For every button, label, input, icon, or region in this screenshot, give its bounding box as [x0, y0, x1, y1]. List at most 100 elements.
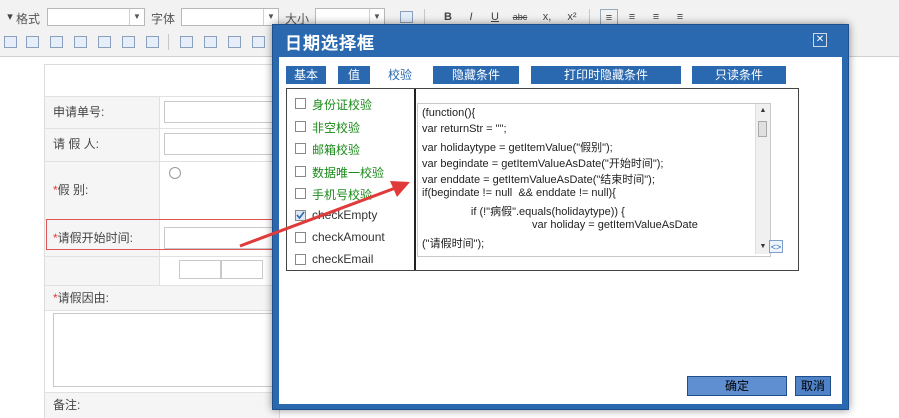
- form-label-text: 备注:: [53, 398, 81, 412]
- form-label-text: 假 别:: [57, 183, 89, 197]
- format-label: 格式: [16, 12, 41, 26]
- image-icon[interactable]: [74, 36, 87, 48]
- form-row: [45, 256, 279, 286]
- tab-hide-condition[interactable]: 隐藏条件: [433, 66, 519, 84]
- cancel-button[interactable]: 取消: [795, 376, 831, 396]
- scroll-down-icon[interactable]: ▼: [758, 242, 768, 252]
- user-icon[interactable]: [98, 36, 111, 48]
- check-label: checkAmount: [312, 230, 385, 244]
- checkmark-icon: [296, 211, 305, 220]
- time-field-minute[interactable]: [221, 260, 263, 279]
- form-label: *请假因由:: [45, 286, 279, 311]
- code-line: if(begindate != null && enddate != null)…: [422, 187, 616, 199]
- leave-reason-textarea[interactable]: [53, 313, 277, 387]
- code-line: var holiday = getItemValueAsDate: [422, 219, 698, 231]
- expand-editor-icon[interactable]: <>: [769, 240, 783, 253]
- chevron-down-icon: ▼: [369, 9, 384, 25]
- table-icon[interactable]: [4, 36, 17, 48]
- tab-value[interactable]: 值: [338, 66, 370, 84]
- font-select[interactable]: ▼: [181, 8, 279, 26]
- form-row: 备注:: [45, 392, 279, 418]
- date-picker-dialog: 日期选择框 ✕ 基本 值 校验 隐藏条件 打印时隐藏条件 只读条件 身份证校验 …: [272, 24, 849, 410]
- check-label: 邮箱校验: [312, 143, 361, 157]
- check-label: checkEmpty: [312, 208, 378, 222]
- code-line: var enddate = getItemValueAsDate("结束时间")…: [422, 174, 655, 186]
- strikethrough-button[interactable]: abc: [509, 9, 531, 25]
- align-center-icon[interactable]: ≡: [624, 9, 640, 25]
- form-label-text: 申请单号:: [53, 105, 105, 119]
- code-line: var begindate = getItemValueAsDate("开始时间…: [422, 158, 664, 170]
- bold-button[interactable]: B: [440, 9, 456, 25]
- check-label: 数据唯一校验: [312, 166, 385, 180]
- dialog-body: 基本 值 校验 隐藏条件 打印时隐藏条件 只读条件 身份证校验 非空校验 邮箱校…: [279, 57, 842, 404]
- dialog-footer: 确定 取消: [279, 368, 842, 404]
- font-label: 字体: [151, 12, 176, 26]
- align-right-icon[interactable]: ≡: [648, 9, 664, 25]
- tab-validation[interactable]: 校验: [381, 66, 419, 84]
- checkbox[interactable]: [295, 232, 306, 243]
- window-icon[interactable]: [146, 36, 159, 48]
- tab-print-hide-condition[interactable]: 打印时隐藏条件: [531, 66, 681, 84]
- tab-bar: 基本 值 校验 隐藏条件 打印时隐藏条件 只读条件: [286, 66, 836, 86]
- chevron-down-icon: ▼: [263, 9, 278, 25]
- checkbox[interactable]: [295, 121, 306, 132]
- toolbar-separator: [589, 9, 590, 25]
- request-number-field[interactable]: [164, 101, 276, 123]
- form-row: 请 假 人:: [45, 128, 279, 162]
- form-label: 备注:: [45, 393, 279, 418]
- form-label-text: 请 假 人:: [53, 137, 100, 151]
- tab-readonly-condition[interactable]: 只读条件: [692, 66, 786, 84]
- field-icon[interactable]: [252, 36, 265, 48]
- checkbox[interactable]: [295, 143, 306, 154]
- vertical-scrollbar[interactable]: ▲ ▼: [755, 104, 770, 254]
- check-label: 非空校验: [312, 121, 361, 135]
- calendar-icon[interactable]: [26, 36, 39, 48]
- italic-button[interactable]: I: [463, 9, 479, 25]
- check-label: checkEmail: [312, 252, 374, 266]
- check-label: 身份证校验: [312, 98, 373, 112]
- tab-basic[interactable]: 基本: [286, 66, 326, 84]
- checkbox[interactable]: [295, 188, 306, 199]
- leave-type-radio[interactable]: [169, 167, 181, 179]
- code-line: if (!"病假".equals(holidaytype)) {: [422, 206, 625, 218]
- close-icon[interactable]: ✕: [813, 33, 827, 47]
- ok-button[interactable]: 确定: [687, 376, 787, 396]
- checkbox-checked[interactable]: [295, 210, 306, 221]
- form-row: [45, 310, 279, 393]
- superscript-button[interactable]: x²: [564, 9, 580, 25]
- format-select[interactable]: ▼: [47, 8, 145, 26]
- link-icon[interactable]: [50, 36, 63, 48]
- check-label: 手机号校验: [312, 188, 373, 202]
- align-justify-icon[interactable]: ≡: [672, 9, 688, 25]
- checkbox[interactable]: [295, 166, 306, 177]
- form-label: 请 假 人:: [45, 129, 160, 162]
- form-label: *假 别:: [45, 162, 160, 220]
- code-line: var holidaytype = getItemValue("假别");: [422, 142, 613, 154]
- find-icon[interactable]: [400, 11, 413, 23]
- dialog-title: 日期选择框: [285, 34, 375, 53]
- form-label: 申请单号:: [45, 97, 160, 129]
- tree-icon[interactable]: [122, 36, 135, 48]
- copy-icon[interactable]: [204, 36, 217, 48]
- highlight-box: [46, 219, 273, 250]
- script-editor[interactable]: (function(){ var returnStr = ""; var hol…: [417, 103, 771, 257]
- checkbox[interactable]: [295, 254, 306, 265]
- checkbox[interactable]: [295, 98, 306, 109]
- subscript-button[interactable]: x,: [539, 9, 555, 25]
- validation-checklist: 身份证校验 非空校验 邮箱校验 数据唯一校验 手机号校验 checkEmpty …: [287, 89, 416, 270]
- toolbar-separator: [424, 9, 425, 25]
- form-label: [45, 257, 160, 286]
- scrollbar-thumb[interactable]: [758, 121, 767, 137]
- code-line: var returnStr = "";: [422, 123, 507, 135]
- form-row: *请假因由:: [45, 285, 279, 311]
- chevron-down-icon: ▼: [129, 9, 144, 25]
- form-label-text: 请假因由:: [57, 291, 110, 305]
- validation-panel: 身份证校验 非空校验 邮箱校验 数据唯一校验 手机号校验 checkEmpty …: [286, 88, 799, 271]
- scroll-up-icon[interactable]: ▲: [758, 106, 768, 116]
- code-line: ("请假时间");: [422, 238, 485, 250]
- paste-icon[interactable]: [228, 36, 241, 48]
- underline-button[interactable]: U: [487, 9, 503, 25]
- applicant-field[interactable]: [164, 133, 276, 155]
- time-field-hour[interactable]: [179, 260, 221, 279]
- line-icon[interactable]: [180, 36, 193, 48]
